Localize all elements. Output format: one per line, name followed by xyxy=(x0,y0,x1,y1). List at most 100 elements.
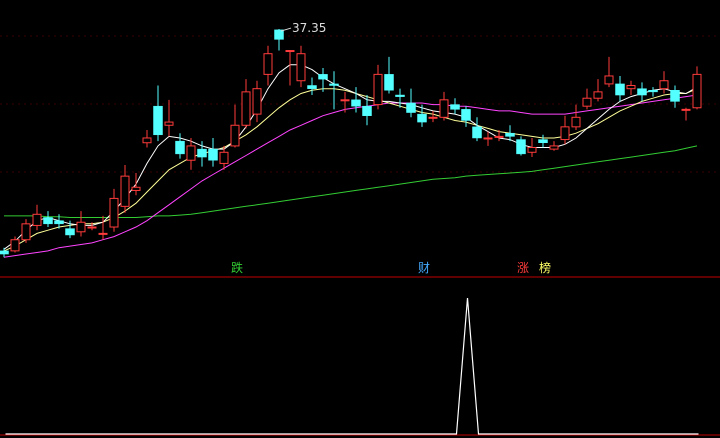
candle xyxy=(109,188,119,232)
ma-short-line xyxy=(3,64,698,250)
candle xyxy=(208,137,218,167)
candle-body-up xyxy=(76,221,86,233)
candle-body-up xyxy=(263,53,273,75)
candle xyxy=(362,95,372,126)
candle-body-up xyxy=(692,73,702,109)
candle-body-down xyxy=(472,126,482,139)
candle-body-up xyxy=(560,126,570,141)
candle xyxy=(230,104,240,148)
candle xyxy=(307,77,317,96)
candlestick-chart-svg: 37.35 跌 财 涨榜 xyxy=(0,21,720,436)
candle-body-up xyxy=(549,145,559,150)
labels-layer: 37.35 xyxy=(280,21,326,35)
candle-body-up xyxy=(120,175,130,207)
candle xyxy=(538,134,548,148)
candle-body-down xyxy=(307,85,317,89)
signal-label: 涨 xyxy=(517,260,529,275)
candle-body-up xyxy=(164,121,174,126)
candle xyxy=(274,29,284,51)
candle-body-up xyxy=(582,97,592,107)
candle-body-down xyxy=(637,88,647,96)
candle xyxy=(263,45,273,86)
candle-body-up xyxy=(219,151,229,164)
candle-body-down xyxy=(450,104,460,110)
ma-slow-line xyxy=(4,145,698,218)
candle-body-up xyxy=(494,135,504,138)
candle xyxy=(659,71,669,94)
candle-body-down xyxy=(615,83,625,96)
candle-body-up xyxy=(340,99,350,102)
candle-body-down xyxy=(54,220,64,225)
candle xyxy=(439,91,449,121)
candle-body-up xyxy=(285,50,295,53)
candle xyxy=(615,75,625,102)
candle xyxy=(626,80,636,96)
candle xyxy=(153,85,163,142)
candle xyxy=(560,115,570,145)
candle xyxy=(604,56,614,88)
candle-body-up xyxy=(681,108,691,111)
candle xyxy=(472,117,482,142)
candle-body-up xyxy=(604,75,614,85)
candle xyxy=(21,219,31,243)
candle xyxy=(285,50,295,86)
candle xyxy=(43,211,53,228)
candle-body-up xyxy=(439,99,449,118)
candle xyxy=(549,141,559,151)
candle xyxy=(637,82,647,102)
candle-body-up xyxy=(428,116,438,119)
candle-body-down xyxy=(362,105,372,116)
candle xyxy=(582,88,592,110)
ma-mid-line xyxy=(3,88,698,252)
candle-body-down xyxy=(417,113,427,123)
candle-body-up xyxy=(252,88,262,115)
indicator-layer xyxy=(5,297,699,435)
candle-body-up xyxy=(593,91,603,99)
max-price-pointer xyxy=(280,27,292,32)
candle-body-up xyxy=(626,85,636,90)
candle-body-up xyxy=(98,232,108,235)
candle-body-up xyxy=(527,147,537,153)
candle-body-up xyxy=(131,186,141,191)
candle-body-up xyxy=(483,137,493,140)
candle-body-up xyxy=(109,197,119,228)
candle xyxy=(384,56,394,94)
candle-body-up xyxy=(571,116,581,128)
candle xyxy=(417,104,427,127)
candle-body-down xyxy=(43,217,53,225)
candle xyxy=(681,107,691,121)
candle xyxy=(241,79,251,129)
candle-body-down xyxy=(329,83,339,86)
candle-body-down xyxy=(197,148,207,158)
candles-layer xyxy=(0,29,702,258)
candle-body-down xyxy=(461,109,471,121)
candle xyxy=(164,99,174,137)
candle-body-down xyxy=(175,140,185,155)
indicator-line xyxy=(5,297,699,435)
signal-label: 财 xyxy=(418,261,430,275)
candle xyxy=(692,66,702,110)
candle-body-up xyxy=(296,53,306,82)
candle xyxy=(76,211,86,237)
candle-body-up xyxy=(241,91,251,126)
candle-body-up xyxy=(32,213,42,226)
candle-body-up xyxy=(186,145,196,161)
candle-body-down xyxy=(670,90,680,102)
candle-body-down xyxy=(351,99,361,107)
candle-body-up xyxy=(373,73,383,106)
candle-body-down xyxy=(65,228,75,236)
ma-long-line xyxy=(3,94,698,258)
candle-body-down xyxy=(406,102,416,113)
candle-body-down xyxy=(318,74,328,80)
candle xyxy=(296,45,306,88)
candle-body-up xyxy=(659,80,669,90)
candle xyxy=(406,88,416,118)
candle-body-up xyxy=(21,223,31,241)
candle xyxy=(593,79,603,102)
candle-body-down xyxy=(516,139,526,155)
candle-body-down xyxy=(0,250,9,255)
candle xyxy=(131,172,141,196)
candle-body-down xyxy=(395,94,405,97)
candle xyxy=(252,80,262,123)
signal-label: 榜 xyxy=(539,260,551,275)
